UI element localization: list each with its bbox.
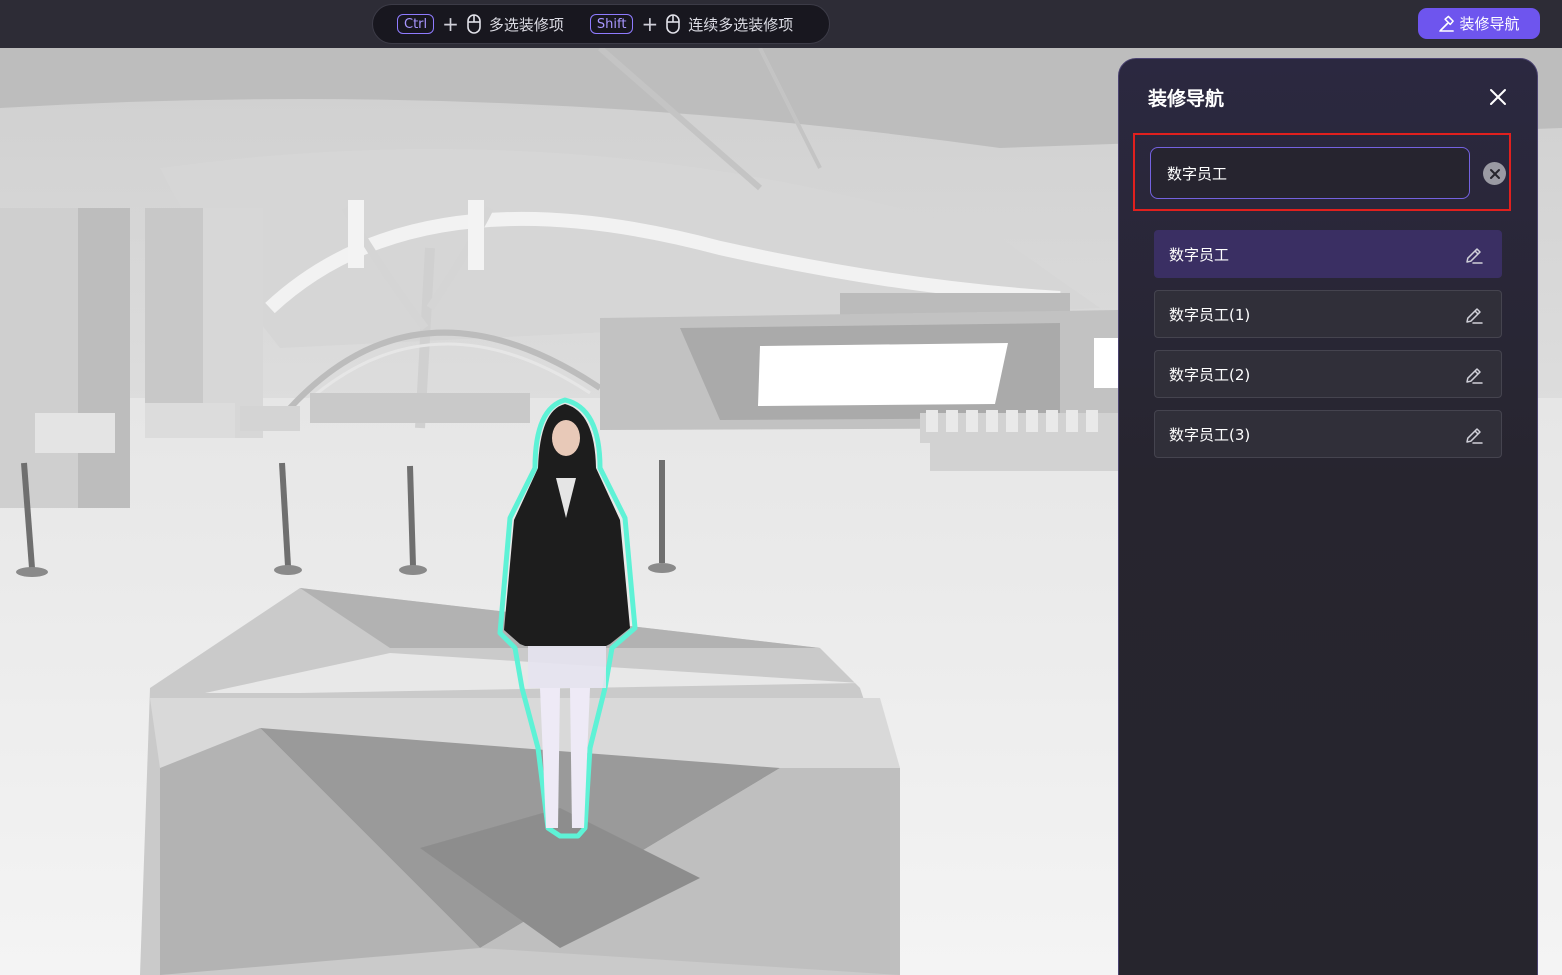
plus-sign: + bbox=[641, 12, 659, 36]
edit-icon[interactable] bbox=[1464, 305, 1484, 325]
decoration-nav-label: 装修导航 bbox=[1459, 15, 1520, 33]
shortcut-hints: Ctrl + 多选装修项 Shift + 连续多选装修项 bbox=[372, 4, 830, 44]
edit-icon[interactable] bbox=[1464, 245, 1484, 265]
shift-key-badge: Shift bbox=[589, 14, 634, 34]
hammer-icon bbox=[1439, 15, 1455, 32]
panel-title: 装修导航 bbox=[1148, 88, 1225, 110]
search-result-list: 数字员工 数字员工(1) 数字员工(2) 数字员工(3) bbox=[1154, 230, 1502, 470]
decoration-nav-button[interactable]: 装修导航 bbox=[1418, 8, 1540, 39]
list-item[interactable]: 数字员工(2) bbox=[1154, 350, 1502, 398]
list-item[interactable]: 数字员工(3) bbox=[1154, 410, 1502, 458]
edit-icon[interactable] bbox=[1464, 365, 1484, 385]
range-select-hint: 连续多选装修项 bbox=[688, 15, 794, 34]
list-item-label: 数字员工(2) bbox=[1169, 365, 1251, 384]
mouse-icon bbox=[666, 14, 681, 34]
list-item-label: 数字员工(1) bbox=[1169, 305, 1251, 324]
top-bar: Ctrl + 多选装修项 Shift + 连续多选装修项 装修导航 bbox=[0, 0, 1562, 48]
ctrl-key-badge: Ctrl bbox=[397, 14, 435, 34]
close-icon[interactable] bbox=[1487, 86, 1509, 108]
plus-sign: + bbox=[442, 12, 459, 36]
edit-icon[interactable] bbox=[1464, 425, 1484, 445]
multi-select-hint: 多选装修项 bbox=[488, 15, 564, 34]
close-icon bbox=[1489, 168, 1500, 179]
list-item-label: 数字员工 bbox=[1169, 245, 1230, 264]
decoration-nav-panel: 装修导航 数字员工 数字员工(1) bbox=[1118, 58, 1538, 975]
mouse-icon bbox=[467, 14, 481, 34]
list-item[interactable]: 数字员工(1) bbox=[1154, 290, 1502, 338]
clear-search-button[interactable] bbox=[1483, 162, 1506, 185]
list-item[interactable]: 数字员工 bbox=[1154, 230, 1502, 278]
list-item-label: 数字员工(3) bbox=[1169, 425, 1251, 444]
search-input[interactable] bbox=[1150, 147, 1470, 199]
